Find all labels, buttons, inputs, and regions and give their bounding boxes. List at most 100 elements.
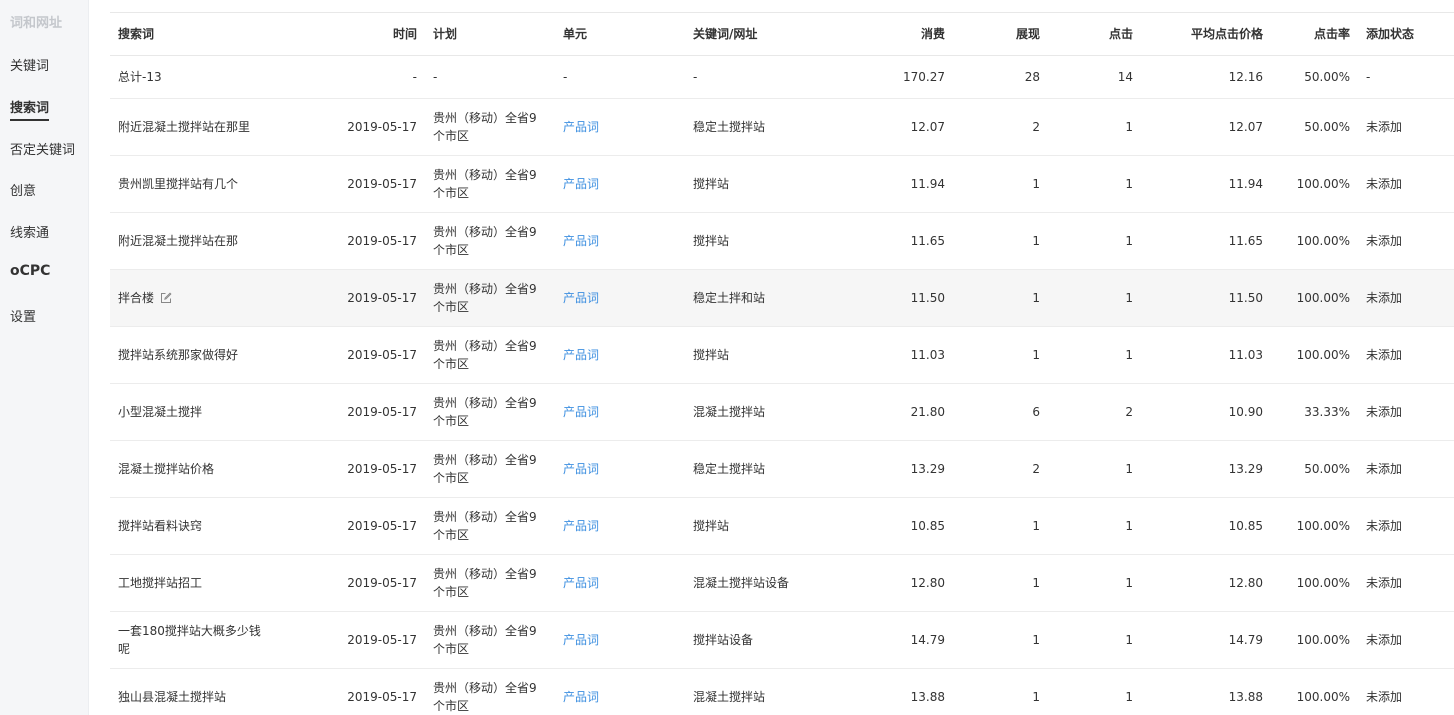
keyword-text: 搅拌站 — [693, 347, 730, 362]
total-avg-cpc: 12.16 — [1141, 55, 1271, 99]
header-status[interactable]: 添加状态 — [1358, 13, 1454, 56]
unit-link[interactable]: 产品词 — [563, 462, 599, 476]
table-row[interactable]: 附近混凝土搅拌站在那 2019-05-17 贵州（移动）全省9个市区 产品词 搅… — [110, 212, 1454, 270]
cell-search-term: 独山县混凝土搅拌站 — [110, 668, 275, 715]
cell-search-term: 小型混凝土搅拌 — [110, 383, 275, 441]
cell-clicks: 1 — [1048, 497, 1141, 555]
cell-time: 2019-05-17 — [275, 155, 425, 213]
unit-link[interactable]: 产品词 — [563, 405, 599, 419]
cell-plan: 贵州（移动）全省9个市区 — [425, 440, 555, 498]
sidebar-item-negative-keywords[interactable]: 否定关键词 — [10, 139, 75, 158]
cell-plan: 贵州（移动）全省9个市区 — [425, 98, 555, 156]
table-row[interactable]: 混凝土搅拌站价格 2019-05-17 贵州（移动）全省9个市区 产品词 稳定土… — [110, 440, 1454, 498]
unit-link[interactable]: 产品词 — [563, 519, 599, 533]
sidebar-item-leads[interactable]: 线索通 — [10, 222, 49, 241]
cell-status: 未添加 — [1358, 668, 1454, 715]
header-avg-cpc[interactable]: 平均点击价格 — [1141, 13, 1271, 56]
cell-plan: 贵州（移动）全省9个市区 — [425, 668, 555, 715]
cell-ctr: 33.33% — [1271, 383, 1358, 441]
table-row[interactable]: 搅拌站看料诀窍 2019-05-17 贵州（移动）全省9个市区 产品词 搅拌站 … — [110, 497, 1454, 555]
cell-keyword: 搅拌站 — [685, 326, 870, 384]
unit-link[interactable]: 产品词 — [563, 633, 599, 647]
cell-impressions: 1 — [953, 497, 1048, 555]
cell-ctr: 100.00% — [1271, 668, 1358, 715]
header-keyword[interactable]: 关键词/网址 — [685, 13, 870, 56]
cell-time: 2019-05-17 — [275, 611, 425, 669]
total-plan: - — [425, 55, 555, 99]
total-status: - — [1358, 55, 1454, 99]
table-row[interactable]: 工地搅拌站招工 2019-05-17 贵州（移动）全省9个市区 产品词 混凝土搅… — [110, 554, 1454, 612]
table-row[interactable]: 搅拌站系统那家做得好 2019-05-17 贵州（移动）全省9个市区 产品词 搅… — [110, 326, 1454, 384]
cell-avg-cpc: 11.03 — [1141, 326, 1271, 384]
cell-ctr: 50.00% — [1271, 98, 1358, 156]
header-ctr[interactable]: 点击率 — [1271, 13, 1358, 56]
unit-link[interactable]: 产品词 — [563, 177, 599, 191]
cell-ctr: 100.00% — [1271, 554, 1358, 612]
unit-link[interactable]: 产品词 — [563, 120, 599, 134]
cell-plan: 贵州（移动）全省9个市区 — [425, 155, 555, 213]
edit-icon[interactable] — [160, 291, 172, 304]
sidebar-item-settings[interactable]: 设置 — [10, 306, 36, 325]
sidebar-item-creatives[interactable]: 创意 — [10, 180, 36, 199]
header-cost[interactable]: 消费 — [870, 13, 953, 56]
unit-link[interactable]: 产品词 — [563, 348, 599, 362]
keyword-text: 混凝土搅拌站设备 — [693, 575, 790, 590]
header-unit[interactable]: 单元 — [555, 13, 685, 56]
cell-search-term: 混凝土搅拌站价格 — [110, 440, 275, 498]
sidebar-item-keywords[interactable]: 关键词 — [10, 55, 49, 74]
cell-impressions: 2 — [953, 98, 1048, 156]
header-impressions[interactable]: 展现 — [953, 13, 1048, 56]
table-row[interactable]: 附近混凝土搅拌站在那里 2019-05-17 贵州（移动）全省9个市区 产品词 … — [110, 98, 1454, 156]
cell-keyword: 稳定土搅拌站 — [685, 440, 870, 498]
table-row[interactable]: 一套180搅拌站大概多少钱呢 2019-05-17 贵州（移动）全省9个市区 产… — [110, 611, 1454, 669]
cell-cost: 12.07 — [870, 98, 953, 156]
header-search-term[interactable]: 搜索词 — [110, 13, 275, 56]
plan-text: 贵州（移动）全省9个市区 — [433, 680, 537, 713]
sidebar-section-title: 词和网址 — [10, 16, 63, 31]
cell-clicks: 1 — [1048, 212, 1141, 270]
cell-cost: 11.65 — [870, 212, 953, 270]
table-row[interactable]: 小型混凝土搅拌 2019-05-17 贵州（移动）全省9个市区 产品词 混凝土搅… — [110, 383, 1454, 441]
cell-impressions: 1 — [953, 554, 1048, 612]
cell-status: 未添加 — [1358, 326, 1454, 384]
cell-clicks: 1 — [1048, 98, 1141, 156]
header-clicks[interactable]: 点击 — [1048, 13, 1141, 56]
plan-text: 贵州（移动）全省9个市区 — [433, 338, 537, 371]
cell-keyword: 稳定土搅拌站 — [685, 98, 870, 156]
table-body: 附近混凝土搅拌站在那里 2019-05-17 贵州（移动）全省9个市区 产品词 … — [110, 98, 1454, 715]
sidebar-item-search-terms[interactable]: 搜索词 — [10, 97, 50, 121]
unit-link[interactable]: 产品词 — [563, 576, 599, 590]
total-label: 总计-13 — [110, 55, 275, 99]
cell-avg-cpc: 12.80 — [1141, 554, 1271, 612]
cell-unit: 产品词 — [555, 440, 685, 498]
table-row[interactable]: 贵州凯里搅拌站有几个 2019-05-17 贵州（移动）全省9个市区 产品词 搅… — [110, 155, 1454, 213]
cell-plan: 贵州（移动）全省9个市区 — [425, 269, 555, 327]
table-row[interactable]: 独山县混凝土搅拌站 2019-05-17 贵州（移动）全省9个市区 产品词 混凝… — [110, 668, 1454, 715]
table-row[interactable]: 拌合楼 2019-05-17 贵州（移动）全省9个市区 产品词 稳定土拌和站 1… — [110, 269, 1454, 327]
header-time[interactable]: 时间 — [275, 13, 425, 56]
cell-keyword: 混凝土搅拌站 — [685, 383, 870, 441]
total-keyword: - — [685, 55, 870, 99]
unit-link[interactable]: 产品词 — [563, 690, 599, 704]
unit-link[interactable]: 产品词 — [563, 234, 599, 248]
cell-clicks: 2 — [1048, 383, 1141, 441]
cell-unit: 产品词 — [555, 497, 685, 555]
keyword-text: 稳定土搅拌站 — [693, 119, 766, 134]
cell-search-term: 工地搅拌站招工 — [110, 554, 275, 612]
cell-impressions: 1 — [953, 269, 1048, 327]
cell-time: 2019-05-17 — [275, 98, 425, 156]
search-term-text: 附近混凝土搅拌站在那 — [118, 233, 239, 248]
cell-cost: 11.03 — [870, 326, 953, 384]
cell-ctr: 100.00% — [1271, 269, 1358, 327]
plan-text: 贵州（移动）全省9个市区 — [433, 452, 537, 485]
cell-ctr: 100.00% — [1271, 497, 1358, 555]
cell-time: 2019-05-17 — [275, 326, 425, 384]
header-plan[interactable]: 计划 — [425, 13, 555, 56]
cell-keyword: 搅拌站 — [685, 497, 870, 555]
unit-link[interactable]: 产品词 — [563, 291, 599, 305]
search-term-text: 小型混凝土搅拌 — [118, 404, 203, 419]
keyword-text: 稳定土拌和站 — [693, 290, 766, 305]
sidebar-item-ocpc[interactable]: oCPC — [10, 263, 50, 279]
cell-status: 未添加 — [1358, 98, 1454, 156]
cell-unit: 产品词 — [555, 155, 685, 213]
